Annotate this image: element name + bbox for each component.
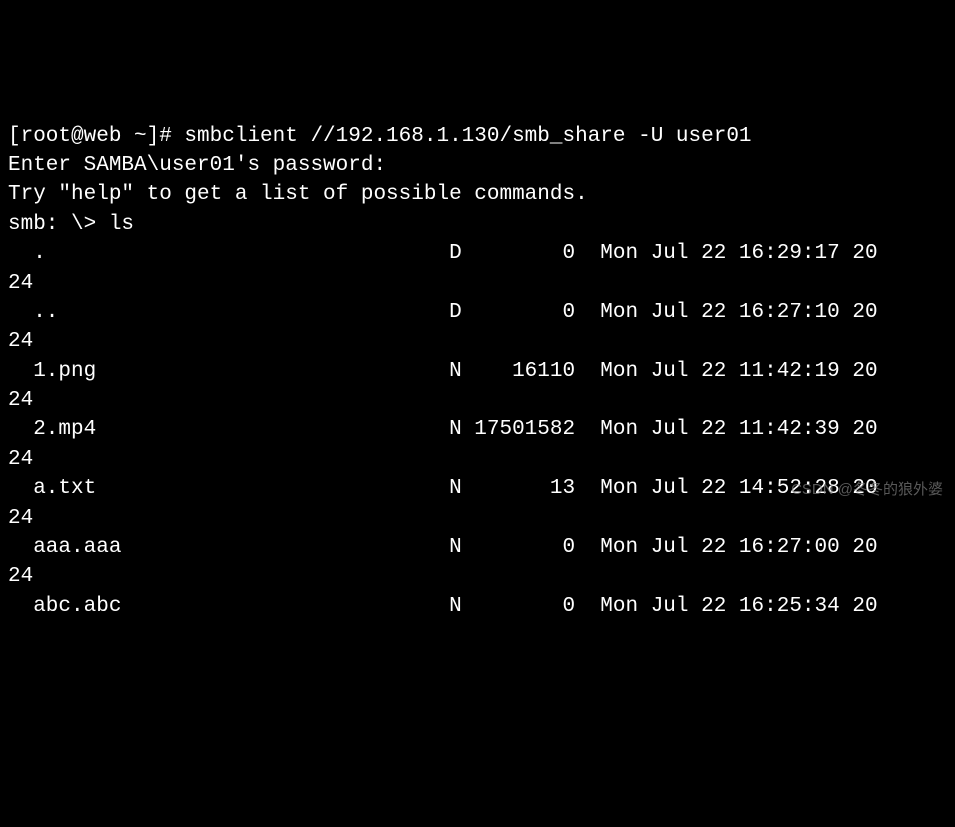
watermark-text: CSDN @冬冬的狼外婆 <box>791 479 943 500</box>
password-prompt: Enter SAMBA\user01's password: <box>8 154 386 177</box>
smb-command: ls <box>109 213 134 236</box>
terminal-output[interactable]: [root@web ~]# smbclient //192.168.1.130/… <box>8 122 947 622</box>
shell-prompt: [root@web ~]# smbclient //192.168.1.130/… <box>8 125 752 148</box>
help-message: Try "help" to get a list of possible com… <box>8 183 588 206</box>
file-listing: . D 0 Mon Jul 22 16:29:17 20 24 .. D 0 M… <box>8 242 878 618</box>
smb-prompt-line: smb: \> ls <box>8 213 134 236</box>
